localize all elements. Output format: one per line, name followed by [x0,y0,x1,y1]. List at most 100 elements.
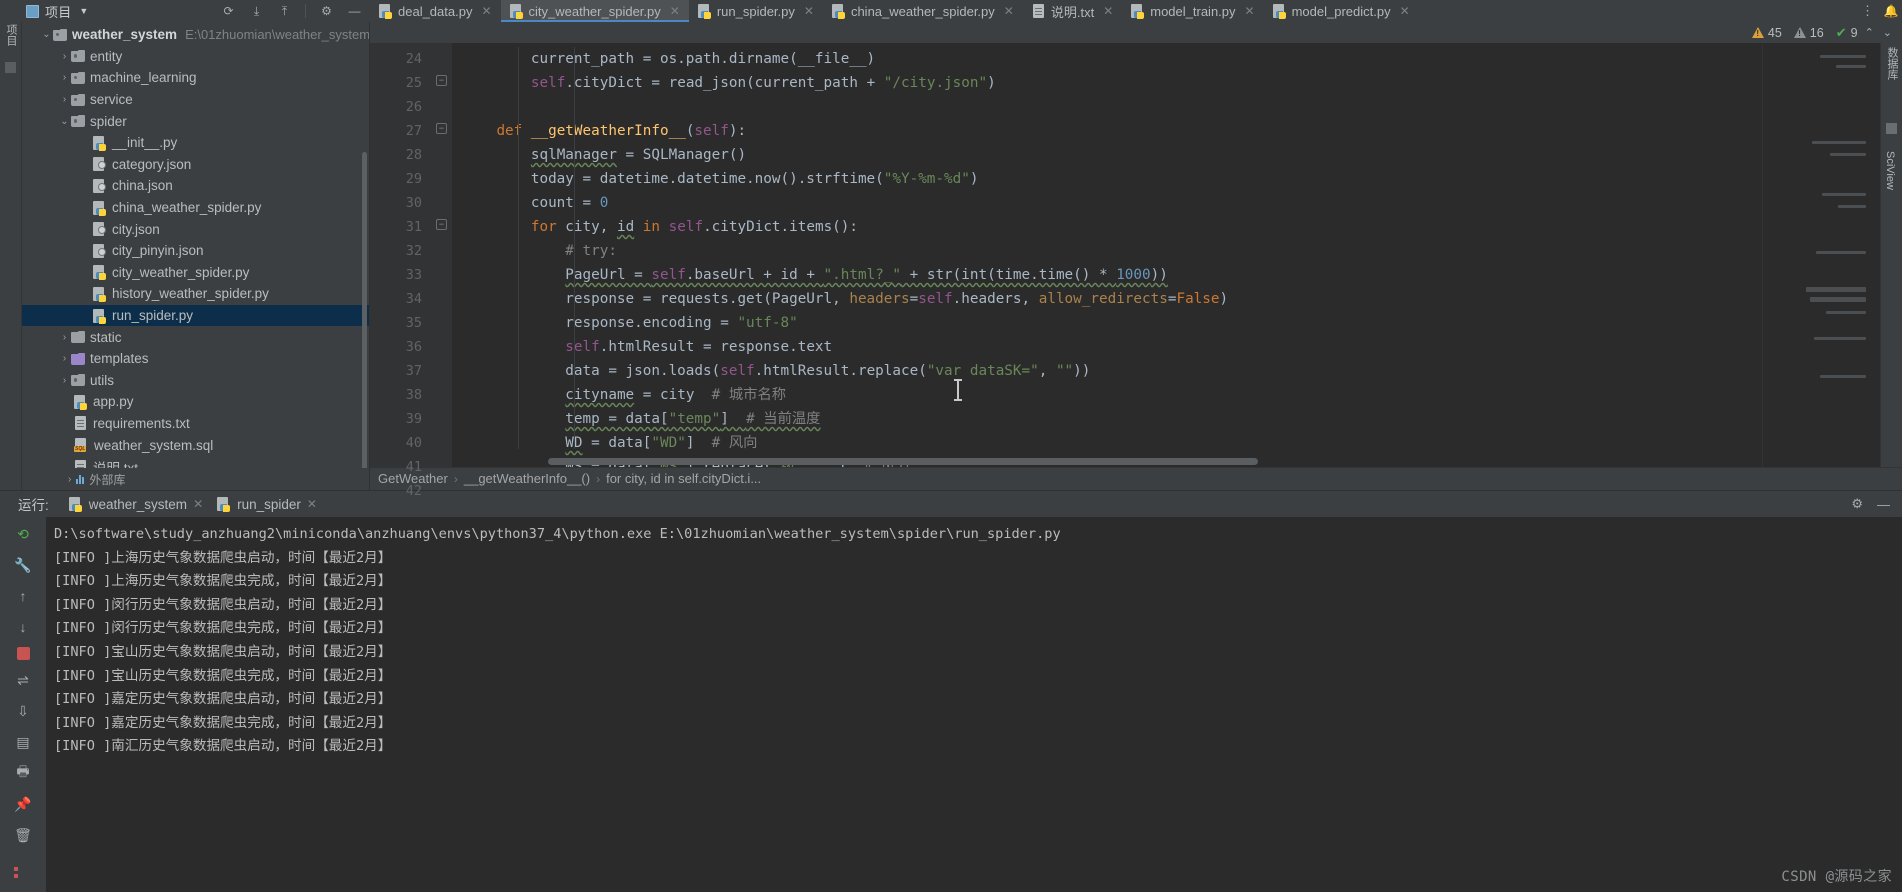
tree-row-entity[interactable]: › entity [22,46,369,68]
tree-row-app-py[interactable]: app.py [22,391,369,413]
scroll-up-icon[interactable]: ↑ [12,585,34,607]
project-tree-scrollbar[interactable] [362,152,367,468]
editor-horizontal-scrollbar[interactable] [548,457,1258,465]
run-panel-header-actions: ⚙ — [1851,496,1902,512]
editor-minimap[interactable] [1762,43,1880,467]
close-icon[interactable]: ✕ [1400,4,1410,18]
refresh-icon[interactable]: ⟳ [221,4,236,19]
code-folding-gutter[interactable]: − − − [432,43,452,467]
ok-count-group[interactable]: ✔ 9 [1836,25,1858,41]
tree-label: 说明.txt [93,457,138,468]
tree-row-run-spider-py[interactable]: run_spider.py [22,304,369,327]
error-count-group[interactable]: 45 [1751,26,1782,40]
external-libraries-row[interactable]: › 外部库 [22,468,369,490]
rerun-icon[interactable]: ⟲ [12,523,34,545]
close-icon[interactable]: ✕ [1245,4,1255,18]
close-icon[interactable]: ✕ [804,4,814,18]
tree-label: city_weather_spider.py [112,264,250,280]
grid-icon[interactable] [1886,123,1897,135]
fold-marker-icon[interactable]: − [436,219,447,231]
scroll-down-icon[interactable]: ↓ [12,616,34,638]
chevron-down-icon[interactable]: ⌄ [58,116,71,127]
breadcrumb-item-statement[interactable]: for city, id in self.cityDict.i... [606,471,761,486]
close-icon[interactable]: ✕ [1103,4,1113,18]
chevron-right-icon[interactable]: › [58,375,71,386]
chevron-right-icon[interactable]: › [58,353,71,364]
editor-tab-model-train[interactable]: model_train.py ✕ [1122,0,1263,22]
tree-row-weather-system-sql[interactable]: SQL weather_system.sql [22,434,369,456]
tree-label: weather_system.sql [94,437,214,453]
tree-row-init-py[interactable]: __init__.py [22,132,369,154]
close-icon[interactable]: ✕ [481,4,491,18]
editor-tab-china-weather-spider[interactable]: china_weather_spider.py ✕ [823,0,1023,22]
tree-row-shuoming-txt[interactable]: 说明.txt [22,456,369,468]
print-icon[interactable]: ▤ [12,731,34,753]
expand-all-icon[interactable]: ⤒ [277,4,292,19]
fold-marker-icon[interactable]: − [436,75,447,87]
hide-icon[interactable]: — [1877,497,1890,512]
code-text[interactable]: current_path = os.path.dirname(__file__)… [452,43,1762,467]
tree-row-static[interactable]: › static [22,326,369,348]
run-tab-weather-system[interactable]: weather_system ✕ [65,497,213,512]
tree-row-requirements-txt[interactable]: requirements.txt [22,413,369,435]
tree-row-templates[interactable]: › templates [22,348,369,370]
breadcrumb-item-method[interactable]: __getWeatherInfo__() [464,471,590,486]
tree-row-spider[interactable]: ⌄ spider [22,110,369,132]
tab-label: deal_data.py [398,3,473,19]
tree-row-utils[interactable]: › utils [22,370,369,392]
editor-tab-shuoming-txt[interactable]: 说明.txt ✕ [1023,0,1122,22]
close-icon[interactable]: ✕ [670,4,680,18]
soft-wrap-icon[interactable]: ⇌ [12,669,34,691]
fold-marker-icon[interactable]: − [436,123,447,135]
tree-row-city-pinyin-json[interactable]: city_pinyin.json [22,240,369,262]
chevron-right-icon[interactable]: › [58,51,71,62]
left-rail-project-label[interactable]: 项目 [3,24,19,46]
tree-row-root[interactable]: ⌄ weather_system E:\01zhuomian\weather_s… [22,24,369,46]
settings-gear-icon[interactable]: ⚙ [1851,496,1863,512]
editor-tab-run-spider[interactable]: run_spider.py ✕ [689,0,823,22]
pycharm-window: 项目 ▼ ⟳ ⤓ ⤒ ⚙ — deal_data.py ✕ city_weath… [0,0,1902,892]
tree-row-china-weather-spider-py[interactable]: china_weather_spider.py [22,197,369,219]
settings-icon[interactable]: ⚙ [319,4,334,19]
python-file-icon [93,135,107,151]
tree-row-city-weather-spider-py[interactable]: city_weather_spider.py [22,262,369,284]
print-output-icon[interactable]: 🖶 [12,762,34,784]
wrench-icon[interactable]: 🔧 [12,554,34,576]
tree-row-machine-learning[interactable]: › machine_learning [22,67,369,89]
tree-row-service[interactable]: › service [22,89,369,111]
pin-icon[interactable]: 📌 [12,793,34,815]
chevron-right-icon[interactable]: › [58,72,71,83]
minimize-icon[interactable]: — [347,4,362,19]
tab-overflow-menu[interactable]: ⋮ [1861,0,1880,22]
code-editor[interactable]: 24 25 26 27 28 29 30 31 32 33 34 35 36 3… [370,43,1902,499]
tree-row-china-json[interactable]: china.json [22,175,369,197]
warning-count-group[interactable]: 16 [1793,26,1824,40]
next-problem-icon[interactable]: ⌄ [1881,26,1894,39]
tree-row-category-json[interactable]: category.json [22,154,369,176]
trash-icon[interactable]: 🗑 [12,824,34,846]
prev-problem-icon[interactable]: ⌃ [1863,26,1876,39]
close-icon[interactable]: ✕ [1004,4,1014,18]
tree-row-city-json[interactable]: city.json [22,218,369,240]
chevron-right-icon[interactable]: › [58,94,71,105]
right-rail-sciview-label[interactable]: SciView [1884,151,1896,190]
editor-tab-deal-data[interactable]: deal_data.py ✕ [370,0,501,22]
close-icon[interactable]: ✕ [307,497,317,511]
chevron-down-icon[interactable]: ▼ [79,6,88,16]
tree-row-history-weather-spider-py[interactable]: history_weather_spider.py [22,283,369,305]
notifications-bell-icon[interactable]: 🔔 [1880,0,1902,22]
chevron-right-icon[interactable]: › [58,332,71,343]
run-tab-run-spider[interactable]: run_spider ✕ [213,497,327,512]
chevron-down-icon[interactable]: ⌄ [40,29,53,40]
structure-tool-icon[interactable] [5,62,16,73]
close-icon[interactable]: ✕ [193,497,203,511]
collapse-all-icon[interactable]: ⤓ [249,4,264,19]
editor-tab-model-predict[interactable]: model_predict.py ✕ [1264,0,1419,22]
tree-label: china_weather_spider.py [112,200,262,216]
run-console-output[interactable]: D:\software\study_anzhuang2\miniconda\an… [46,517,1902,892]
project-panel-header: 项目 ▼ ⟳ ⤓ ⤒ ⚙ — [0,0,370,22]
stop-icon[interactable] [16,647,30,660]
right-rail-database-label[interactable]: 数据库 [1884,47,1900,80]
scroll-to-end-icon[interactable]: ⇩ [12,700,34,722]
editor-tab-city-weather-spider[interactable]: city_weather_spider.py ✕ [500,0,690,22]
